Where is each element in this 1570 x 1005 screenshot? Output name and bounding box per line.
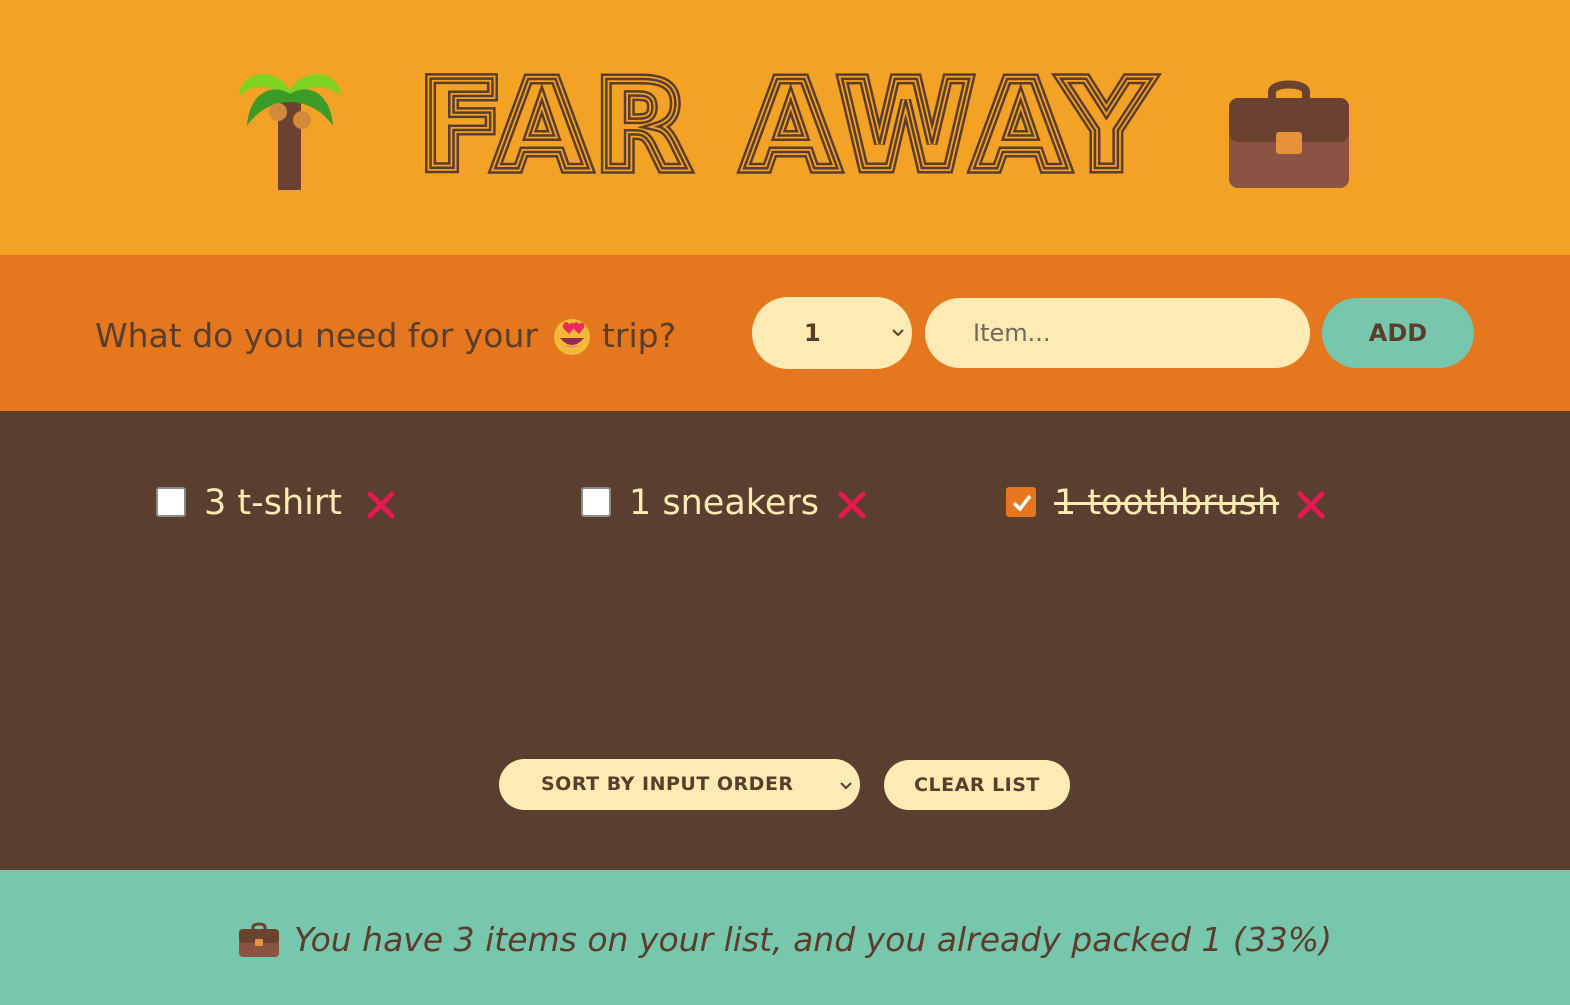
page-title: FAR AWAY FAR AWAY FAR AWAY [414,62,1156,182]
briefcase-icon [239,922,280,957]
clear-list-button[interactable]: CLEAR LIST [884,760,1070,810]
stats-line: You have 3 items on your list, and you a… [0,920,1570,970]
quantity-select[interactable]: 1 [752,297,912,369]
chevron-down-icon [892,329,904,337]
item-label: 3 t-shirt [204,483,343,523]
delete-icon[interactable] [366,490,396,520]
stats-text: You have 3 items on your list, and you a… [294,920,1332,959]
chevron-down-icon [840,782,852,790]
palm-tree-icon [239,74,341,190]
sort-select[interactable]: SORT BY INPUT ORDER [499,759,860,810]
form-question: What do you need for your trip? [95,311,676,357]
question-suffix: trip? [601,315,677,355]
checkmark-icon [1012,494,1032,512]
item-label: 1 sneakers [629,483,819,523]
question-prefix: What do you need for your [95,315,538,355]
heart-eyes-icon [553,318,590,355]
item-input[interactable] [925,298,1310,368]
packed-checkbox[interactable] [1006,487,1036,517]
briefcase-icon [1229,80,1349,188]
svg-text:FAR AWAY: FAR AWAY [419,62,1156,182]
delete-icon[interactable] [837,490,867,520]
add-button[interactable]: ADD [1322,298,1474,368]
packed-checkbox[interactable] [581,487,611,517]
packed-checkbox[interactable] [156,487,186,517]
delete-icon[interactable] [1296,490,1326,520]
item-label: 1 toothbrush [1054,483,1280,523]
